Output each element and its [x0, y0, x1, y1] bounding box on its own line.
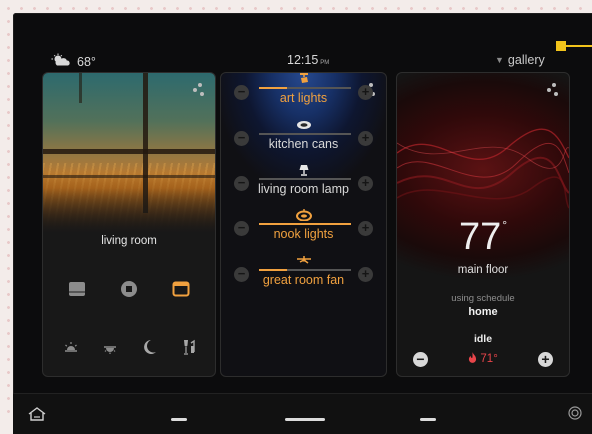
can-light-icon[interactable] [296, 118, 312, 130]
dimmer-slider[interactable] [259, 269, 351, 271]
light-row[interactable]: − + nook lights [221, 208, 386, 252]
setpoint-row: − 71° + [397, 350, 569, 370]
settings-ring-icon[interactable] [568, 406, 582, 420]
page-indicator-3[interactable] [420, 418, 436, 421]
light-row[interactable]: − + kitchen cans [221, 118, 386, 162]
pendant-icon[interactable] [295, 208, 312, 222]
living-room-window-image [43, 73, 215, 233]
weather-widget[interactable]: 68° [51, 53, 96, 70]
moon-icon[interactable] [138, 336, 160, 358]
page-indicator-1[interactable] [171, 418, 187, 421]
clock: 12:15 PM [287, 53, 329, 67]
light-label: kitchen cans [268, 137, 339, 151]
heat-waves-graphic [397, 128, 569, 209]
more-options-icon[interactable] [193, 83, 207, 97]
dimmer-slider[interactable] [259, 133, 351, 135]
lights-card[interactable]: − + art lights − + kitchen cans − + living room … [220, 72, 387, 377]
triangle-down-icon: ▼ [495, 55, 504, 65]
more-options-icon[interactable] [547, 83, 561, 97]
light-label: art lights [279, 91, 328, 105]
stop-icon[interactable] [118, 278, 140, 300]
room-title: living room [101, 235, 157, 247]
light-row[interactable]: − + living room lamp [221, 163, 386, 207]
spotlight-icon[interactable] [296, 73, 312, 84]
dimmer-slider[interactable] [259, 87, 351, 89]
shade-up-icon[interactable] [170, 278, 192, 300]
flame-icon [468, 352, 480, 365]
lamp-icon[interactable] [296, 163, 312, 176]
light-label: nook lights [273, 227, 334, 241]
home-icon[interactable] [27, 406, 47, 422]
fan-icon[interactable] [296, 254, 312, 266]
dimmer-slider[interactable] [259, 178, 351, 180]
clock-ampm: PM [320, 60, 330, 66]
gallery-dropdown[interactable]: ▼ gallery [495, 53, 545, 67]
light-row[interactable]: − + great room fan [221, 254, 386, 298]
light-row[interactable]: − + art lights [221, 73, 386, 116]
gallery-label: gallery [507, 53, 545, 67]
dimmer-slider-fill [259, 269, 287, 271]
light-label: great room fan [262, 273, 345, 287]
schedule-label: using schedule [451, 293, 515, 304]
thermostat-card[interactable]: 77° main floor using schedule home idle … [396, 72, 570, 377]
annotation-marker [556, 41, 566, 51]
living-room-card[interactable]: living room [42, 72, 216, 377]
annotation-leader-line [566, 45, 592, 47]
current-temperature: 77° [397, 216, 569, 259]
light-label: living room lamp [257, 182, 349, 196]
temperature-value: 77 [458, 216, 502, 258]
shade-down-icon[interactable] [66, 278, 88, 300]
schedule-name[interactable]: home [397, 306, 569, 318]
bottom-nav-bar [13, 393, 592, 434]
setpoint-value: 71° [480, 353, 498, 365]
degree-symbol: ° [502, 218, 508, 232]
partly-cloudy-icon [51, 53, 71, 70]
sunset-icon[interactable] [99, 336, 121, 358]
hvac-state: idle [473, 333, 493, 345]
dimmer-slider-fill [259, 87, 287, 89]
outdoor-temperature: 68° [77, 54, 96, 69]
touchscreen-panel: 68° 12:15 PM ▼ gallery living room − + a… [13, 13, 592, 434]
page-indicator-2-active[interactable] [285, 418, 325, 421]
wine-icon[interactable] [177, 336, 199, 358]
increase-setpoint-button[interactable]: + [538, 352, 553, 367]
dimmer-slider-fill [259, 223, 351, 225]
clock-time: 12:15 [287, 53, 319, 67]
sunrise-icon[interactable] [60, 336, 82, 358]
dimmer-slider[interactable] [259, 223, 351, 225]
zone-name: main floor [457, 264, 509, 276]
